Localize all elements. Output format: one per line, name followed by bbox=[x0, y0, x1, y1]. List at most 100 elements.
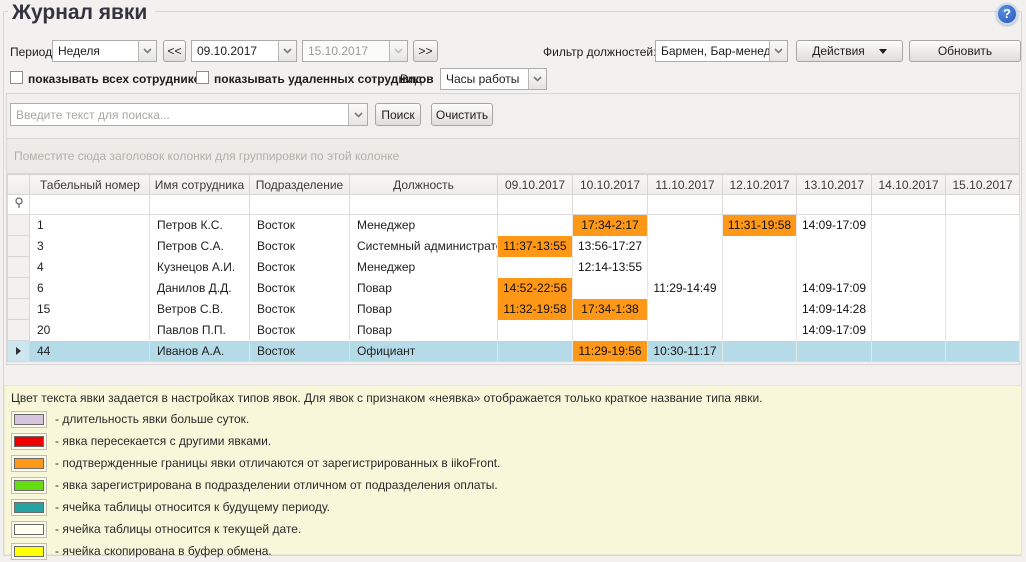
attendance-cell[interactable] bbox=[872, 278, 946, 299]
attendance-cell[interactable] bbox=[797, 236, 872, 257]
filter-cell[interactable] bbox=[150, 195, 250, 215]
filter-cell[interactable] bbox=[573, 195, 648, 215]
employee-position-cell[interactable]: Менеджер bbox=[350, 215, 498, 236]
attendance-cell[interactable] bbox=[498, 320, 573, 341]
chevron-down-icon[interactable] bbox=[278, 41, 296, 61]
row-indicator[interactable] bbox=[8, 341, 30, 362]
attendance-cell[interactable]: 14:09-17:09 bbox=[797, 320, 872, 341]
attendance-cell[interactable] bbox=[946, 215, 1020, 236]
column-header-number[interactable]: Табельный номер bbox=[30, 175, 150, 195]
attendance-cell[interactable] bbox=[648, 236, 723, 257]
employee-position-cell[interactable]: Повар bbox=[350, 299, 498, 320]
attendance-cell[interactable] bbox=[872, 257, 946, 278]
row-indicator[interactable] bbox=[8, 215, 30, 236]
attendance-cell[interactable]: 14:09-17:09 bbox=[797, 278, 872, 299]
row-indicator[interactable] bbox=[8, 320, 30, 341]
employee-number-cell[interactable]: 15 bbox=[30, 299, 150, 320]
employee-name-cell[interactable]: Иванов А.А. bbox=[150, 341, 250, 362]
attendance-cell[interactable] bbox=[723, 299, 797, 320]
attendance-cell[interactable] bbox=[498, 215, 573, 236]
attendance-cell[interactable] bbox=[946, 257, 1020, 278]
employee-department-cell[interactable]: Восток bbox=[250, 236, 350, 257]
attendance-cell[interactable] bbox=[573, 320, 648, 341]
attendance-cell[interactable]: 11:32-19:58 bbox=[498, 299, 573, 320]
position-filter-select[interactable]: Бармен, Бар-менед... bbox=[655, 40, 788, 62]
attendance-cell[interactable] bbox=[723, 236, 797, 257]
attendance-cell[interactable] bbox=[946, 278, 1020, 299]
attendance-cell[interactable] bbox=[872, 341, 946, 362]
attendance-cell[interactable]: 14:09-17:09 bbox=[797, 215, 872, 236]
row-indicator[interactable] bbox=[8, 257, 30, 278]
filter-cell[interactable] bbox=[648, 195, 723, 215]
employee-number-cell[interactable]: 6 bbox=[30, 278, 150, 299]
attendance-cell[interactable] bbox=[498, 257, 573, 278]
clear-button[interactable]: Очистить bbox=[431, 103, 493, 126]
employee-name-cell[interactable]: Павлов П.П. bbox=[150, 320, 250, 341]
employee-position-cell[interactable]: Менеджер bbox=[350, 257, 498, 278]
row-indicator[interactable] bbox=[8, 299, 30, 320]
attendance-cell[interactable]: 11:29-14:49 bbox=[648, 278, 723, 299]
attendance-cell[interactable] bbox=[648, 320, 723, 341]
chevron-down-icon[interactable] bbox=[138, 41, 156, 61]
attendance-cell[interactable] bbox=[723, 320, 797, 341]
view-select[interactable]: Часы работы bbox=[440, 68, 547, 90]
attendance-cell[interactable]: 13:56-17:27 bbox=[573, 236, 648, 257]
refresh-button[interactable]: Обновить bbox=[909, 40, 1021, 62]
search-combo[interactable] bbox=[10, 103, 368, 126]
attendance-cell[interactable] bbox=[872, 299, 946, 320]
employee-number-cell[interactable]: 20 bbox=[30, 320, 150, 341]
employee-name-cell[interactable]: Петров К.С. bbox=[150, 215, 250, 236]
attendance-cell[interactable] bbox=[573, 278, 648, 299]
column-header-date[interactable]: 14.10.2017 bbox=[872, 175, 946, 195]
employee-name-cell[interactable]: Кузнецов А.И. bbox=[150, 257, 250, 278]
filter-cell[interactable] bbox=[30, 195, 150, 215]
filter-cell[interactable] bbox=[797, 195, 872, 215]
attendance-cell[interactable]: 14:52-22:56 bbox=[498, 278, 573, 299]
column-header-date[interactable]: 09.10.2017 bbox=[498, 175, 573, 195]
employee-name-cell[interactable]: Ветров С.В. bbox=[150, 299, 250, 320]
attendance-cell[interactable] bbox=[872, 320, 946, 341]
attendance-cell[interactable]: 17:34-1:38 bbox=[573, 299, 648, 320]
employee-department-cell[interactable]: Восток bbox=[250, 278, 350, 299]
actions-button[interactable]: Действия bbox=[796, 40, 903, 62]
employee-department-cell[interactable]: Восток bbox=[250, 215, 350, 236]
help-icon[interactable]: ? bbox=[996, 3, 1018, 25]
employee-number-cell[interactable]: 1 bbox=[30, 215, 150, 236]
employee-department-cell[interactable]: Восток bbox=[250, 341, 350, 362]
chevron-down-icon[interactable] bbox=[528, 69, 546, 89]
group-by-bar[interactable]: Поместите сюда заголовок колонки для гру… bbox=[6, 138, 1020, 174]
employee-number-cell[interactable]: 44 bbox=[30, 341, 150, 362]
attendance-cell[interactable]: 11:37-13:55 bbox=[498, 236, 573, 257]
attendance-cell[interactable] bbox=[648, 257, 723, 278]
chevron-down-icon[interactable] bbox=[348, 104, 367, 125]
attendance-cell[interactable] bbox=[946, 236, 1020, 257]
column-header-date[interactable]: 11.10.2017 bbox=[648, 175, 723, 195]
next-period-button[interactable]: >> bbox=[413, 40, 438, 62]
employee-name-cell[interactable]: Данилов Д.Д. bbox=[150, 278, 250, 299]
employee-number-cell[interactable]: 3 bbox=[30, 236, 150, 257]
search-input[interactable] bbox=[11, 104, 348, 125]
employee-number-cell[interactable]: 4 bbox=[30, 257, 150, 278]
attendance-cell[interactable]: 17:34-2:17 bbox=[573, 215, 648, 236]
column-header-date[interactable]: 12.10.2017 bbox=[723, 175, 797, 195]
show-all-checkbox[interactable] bbox=[10, 71, 23, 84]
employee-name-cell[interactable]: Петров С.А. bbox=[150, 236, 250, 257]
attendance-cell[interactable] bbox=[498, 341, 573, 362]
period-select[interactable]: Неделя bbox=[52, 40, 157, 62]
filter-cell[interactable] bbox=[872, 195, 946, 215]
employee-position-cell[interactable]: Системный администратор bbox=[350, 236, 498, 257]
filter-cell[interactable] bbox=[498, 195, 573, 215]
attendance-cell[interactable] bbox=[723, 341, 797, 362]
chevron-down-icon[interactable] bbox=[769, 41, 787, 61]
row-indicator[interactable] bbox=[8, 278, 30, 299]
row-indicator[interactable] bbox=[8, 236, 30, 257]
attendance-cell[interactable] bbox=[872, 215, 946, 236]
column-header-date[interactable]: 10.10.2017 bbox=[573, 175, 648, 195]
column-header-name[interactable]: Имя сотрудника bbox=[150, 175, 250, 195]
attendance-cell[interactable] bbox=[723, 278, 797, 299]
employee-position-cell[interactable]: Официант bbox=[350, 341, 498, 362]
attendance-cell[interactable]: 12:14-13:55 bbox=[573, 257, 648, 278]
attendance-cell[interactable] bbox=[648, 215, 723, 236]
attendance-cell[interactable]: 14:09-14:28 bbox=[797, 299, 872, 320]
date-from-select[interactable]: 09.10.2017 bbox=[191, 40, 297, 62]
